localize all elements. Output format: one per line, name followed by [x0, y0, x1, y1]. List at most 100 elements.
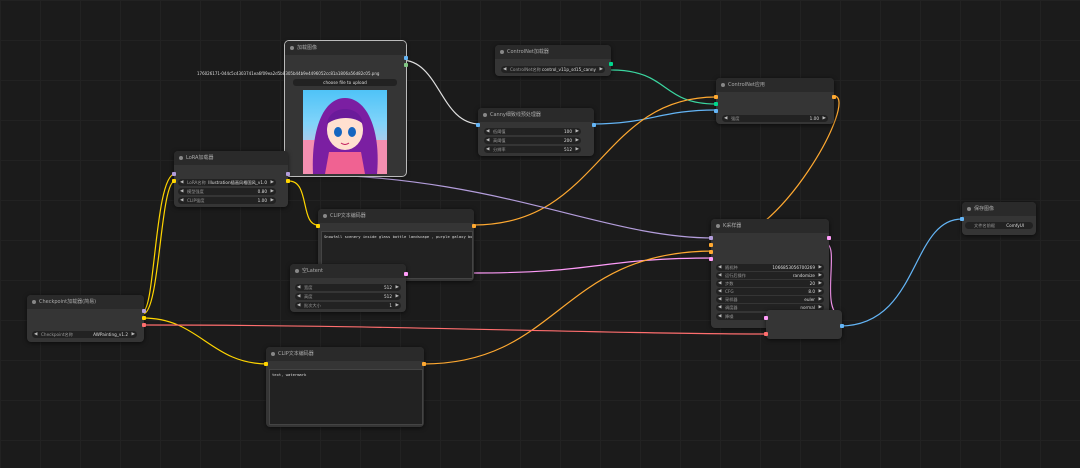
output-latent-socket[interactable] — [404, 272, 408, 276]
node-header[interactable]: LoRA加载器 — [174, 151, 288, 165]
node-header[interactable]: ControlNet加载器 — [495, 45, 611, 59]
controlnet-name-widget[interactable]: ◀ ControlNet名称 control_v11p_sd15_canny ▶ — [501, 66, 605, 73]
collapse-dot[interactable] — [32, 300, 36, 304]
node-load-image[interactable]: 加载图像 176026171-044c5c4303741ea6f09ea2d5b… — [197, 40, 408, 177]
arrow-right-icon[interactable]: ▶ — [819, 288, 822, 295]
arrow-right-icon[interactable]: ▶ — [819, 296, 822, 303]
output-conditioning-socket[interactable] — [832, 95, 836, 99]
arrow-left-icon[interactable]: ◀ — [718, 264, 721, 271]
clip-strength-widget[interactable]: ◀ CLIP强度 1.00 ▶ — [178, 197, 276, 204]
control-after-generate-widget[interactable]: ◀ 运行后操作 randomize ▶ — [716, 272, 824, 279]
output-clip-socket[interactable] — [286, 179, 290, 183]
arrow-right-icon[interactable]: ▶ — [576, 137, 579, 144]
arrow-right-icon[interactable]: ▶ — [271, 188, 274, 195]
node-header[interactable]: K采样器 — [711, 219, 829, 233]
input-controlnet-socket[interactable] — [714, 102, 718, 106]
input-negative-socket[interactable] — [709, 250, 713, 254]
arrow-right-icon[interactable]: ▶ — [576, 146, 579, 153]
arrow-right-icon[interactable]: ▶ — [132, 331, 135, 338]
node-header[interactable]: 空Latent — [290, 264, 406, 278]
output-conditioning-socket[interactable] — [472, 224, 476, 228]
arrow-right-icon[interactable]: ▶ — [819, 280, 822, 287]
height-widget[interactable]: ◀ 高度 512 ▶ — [295, 293, 401, 300]
arrow-right-icon[interactable]: ▶ — [396, 302, 399, 309]
node-header[interactable]: CLIP文本编码器 — [266, 347, 424, 361]
output-vae-socket[interactable] — [142, 323, 146, 327]
input-vae-socket[interactable] — [764, 332, 768, 336]
arrow-left-icon[interactable]: ◀ — [486, 137, 489, 144]
arrow-left-icon[interactable]: ◀ — [724, 115, 727, 122]
input-conditioning-socket[interactable] — [714, 95, 718, 99]
arrow-left-icon[interactable]: ◀ — [34, 331, 37, 338]
collapse-dot[interactable] — [500, 50, 504, 54]
arrow-left-icon[interactable]: ◀ — [718, 304, 721, 311]
arrow-left-icon[interactable]: ◀ — [718, 313, 721, 320]
arrow-right-icon[interactable]: ▶ — [600, 66, 603, 73]
input-clip-socket[interactable] — [264, 362, 268, 366]
collapse-dot[interactable] — [721, 83, 725, 87]
node-empty-latent[interactable]: 空Latent ◀ 宽度 512 ▶ ◀ 高度 512 ▶ ◀ 批次大小 1 ▶ — [290, 264, 408, 312]
arrow-left-icon[interactable]: ◀ — [503, 66, 506, 73]
collapse-dot[interactable] — [483, 113, 487, 117]
model-strength-widget[interactable]: ◀ 模型强度 0.80 ▶ — [178, 188, 276, 195]
arrow-right-icon[interactable]: ▶ — [819, 264, 822, 271]
arrow-left-icon[interactable]: ◀ — [180, 197, 183, 204]
arrow-right-icon[interactable]: ▶ — [396, 293, 399, 300]
lora-name-widget[interactable]: ◀ LoRA名称 Illustration插画风格国风_v1.0 ▶ — [178, 179, 276, 186]
output-conditioning-socket[interactable] — [422, 362, 426, 366]
node-checkpoint-loader[interactable]: Checkpoint加载器(简易) ◀ Checkpoint名称 AWPaintin… — [27, 295, 146, 342]
collapse-dot[interactable] — [716, 224, 720, 228]
node-controlnet-apply[interactable]: ControlNet应用 ◀ 强度 1.00 ▶ — [714, 78, 836, 124]
arrow-left-icon[interactable]: ◀ — [297, 302, 300, 309]
collapse-dot[interactable] — [271, 352, 275, 356]
arrow-left-icon[interactable]: ◀ — [180, 179, 183, 186]
high-threshold-widget[interactable]: ◀ 高阈值 200 ▶ — [484, 137, 581, 144]
filename-prefix-widget[interactable]: 文件名前缀 ComfyUI — [965, 222, 1033, 229]
input-latent-socket[interactable] — [709, 257, 713, 261]
arrow-left-icon[interactable]: ◀ — [486, 128, 489, 135]
batch-size-widget[interactable]: ◀ 批次大小 1 ▶ — [295, 302, 401, 309]
arrow-right-icon[interactable]: ▶ — [271, 179, 274, 186]
output-image-socket[interactable] — [592, 123, 596, 127]
arrow-left-icon[interactable]: ◀ — [180, 188, 183, 195]
input-clip-socket[interactable] — [316, 224, 320, 228]
node-save-image[interactable]: 保存图像 文件名前缀 ComfyUI — [960, 202, 1036, 235]
output-image-socket[interactable] — [404, 56, 408, 60]
arrow-right-icon[interactable]: ▶ — [823, 115, 826, 122]
checkpoint-name-widget[interactable]: ◀ Checkpoint名称 AWPainting_v1.2 ▶ — [32, 331, 137, 338]
arrow-left-icon[interactable]: ◀ — [486, 146, 489, 153]
input-positive-socket[interactable] — [709, 243, 713, 247]
output-clip-socket[interactable] — [142, 316, 146, 320]
arrow-left-icon[interactable]: ◀ — [297, 284, 300, 291]
node-controlnet-loader[interactable]: ControlNet加载器 ◀ ControlNet名称 control_v11… — [495, 45, 613, 76]
arrow-left-icon[interactable]: ◀ — [297, 293, 300, 300]
strength-widget[interactable]: ◀ 强度 1.00 ▶ — [722, 115, 828, 122]
node-header[interactable]: Canny细致线预处理器 — [478, 108, 594, 122]
low-threshold-widget[interactable]: ◀ 低阈值 100 ▶ — [484, 128, 581, 135]
input-samples-socket[interactable] — [764, 316, 768, 320]
collapse-dot[interactable] — [295, 269, 299, 273]
arrow-left-icon[interactable]: ◀ — [718, 296, 721, 303]
output-latent-socket[interactable] — [827, 236, 831, 240]
arrow-left-icon[interactable]: ◀ — [718, 280, 721, 287]
input-model-socket[interactable] — [172, 172, 176, 176]
node-header[interactable]: Checkpoint加载器(简易) — [27, 295, 144, 309]
resolution-widget[interactable]: ◀ 分辨率 512 ▶ — [484, 146, 581, 153]
output-model-socket[interactable] — [286, 172, 290, 176]
input-images-socket[interactable] — [960, 217, 964, 221]
width-widget[interactable]: ◀ 宽度 512 ▶ — [295, 284, 401, 291]
input-model-socket[interactable] — [709, 236, 713, 240]
arrow-right-icon[interactable]: ▶ — [819, 272, 822, 279]
arrow-left-icon[interactable]: ◀ — [718, 272, 721, 279]
arrow-right-icon[interactable]: ▶ — [576, 128, 579, 135]
node-header[interactable]: 保存图像 — [962, 202, 1036, 216]
upload-button[interactable]: choose file to upload — [293, 79, 397, 86]
output-image-socket[interactable] — [840, 324, 844, 328]
node-clip-text-negative[interactable]: CLIP文本编码器 text, watermark — [264, 347, 426, 427]
collapse-dot[interactable] — [323, 214, 327, 218]
output-model-socket[interactable] — [142, 309, 146, 313]
collapse-dot[interactable] — [967, 207, 971, 211]
negative-prompt-textarea[interactable]: text, watermark — [269, 369, 423, 425]
sampler-widget[interactable]: ◀ 采样器 euler ▶ — [716, 296, 824, 303]
cfg-widget[interactable]: ◀ CFG 8.0 ▶ — [716, 288, 824, 295]
